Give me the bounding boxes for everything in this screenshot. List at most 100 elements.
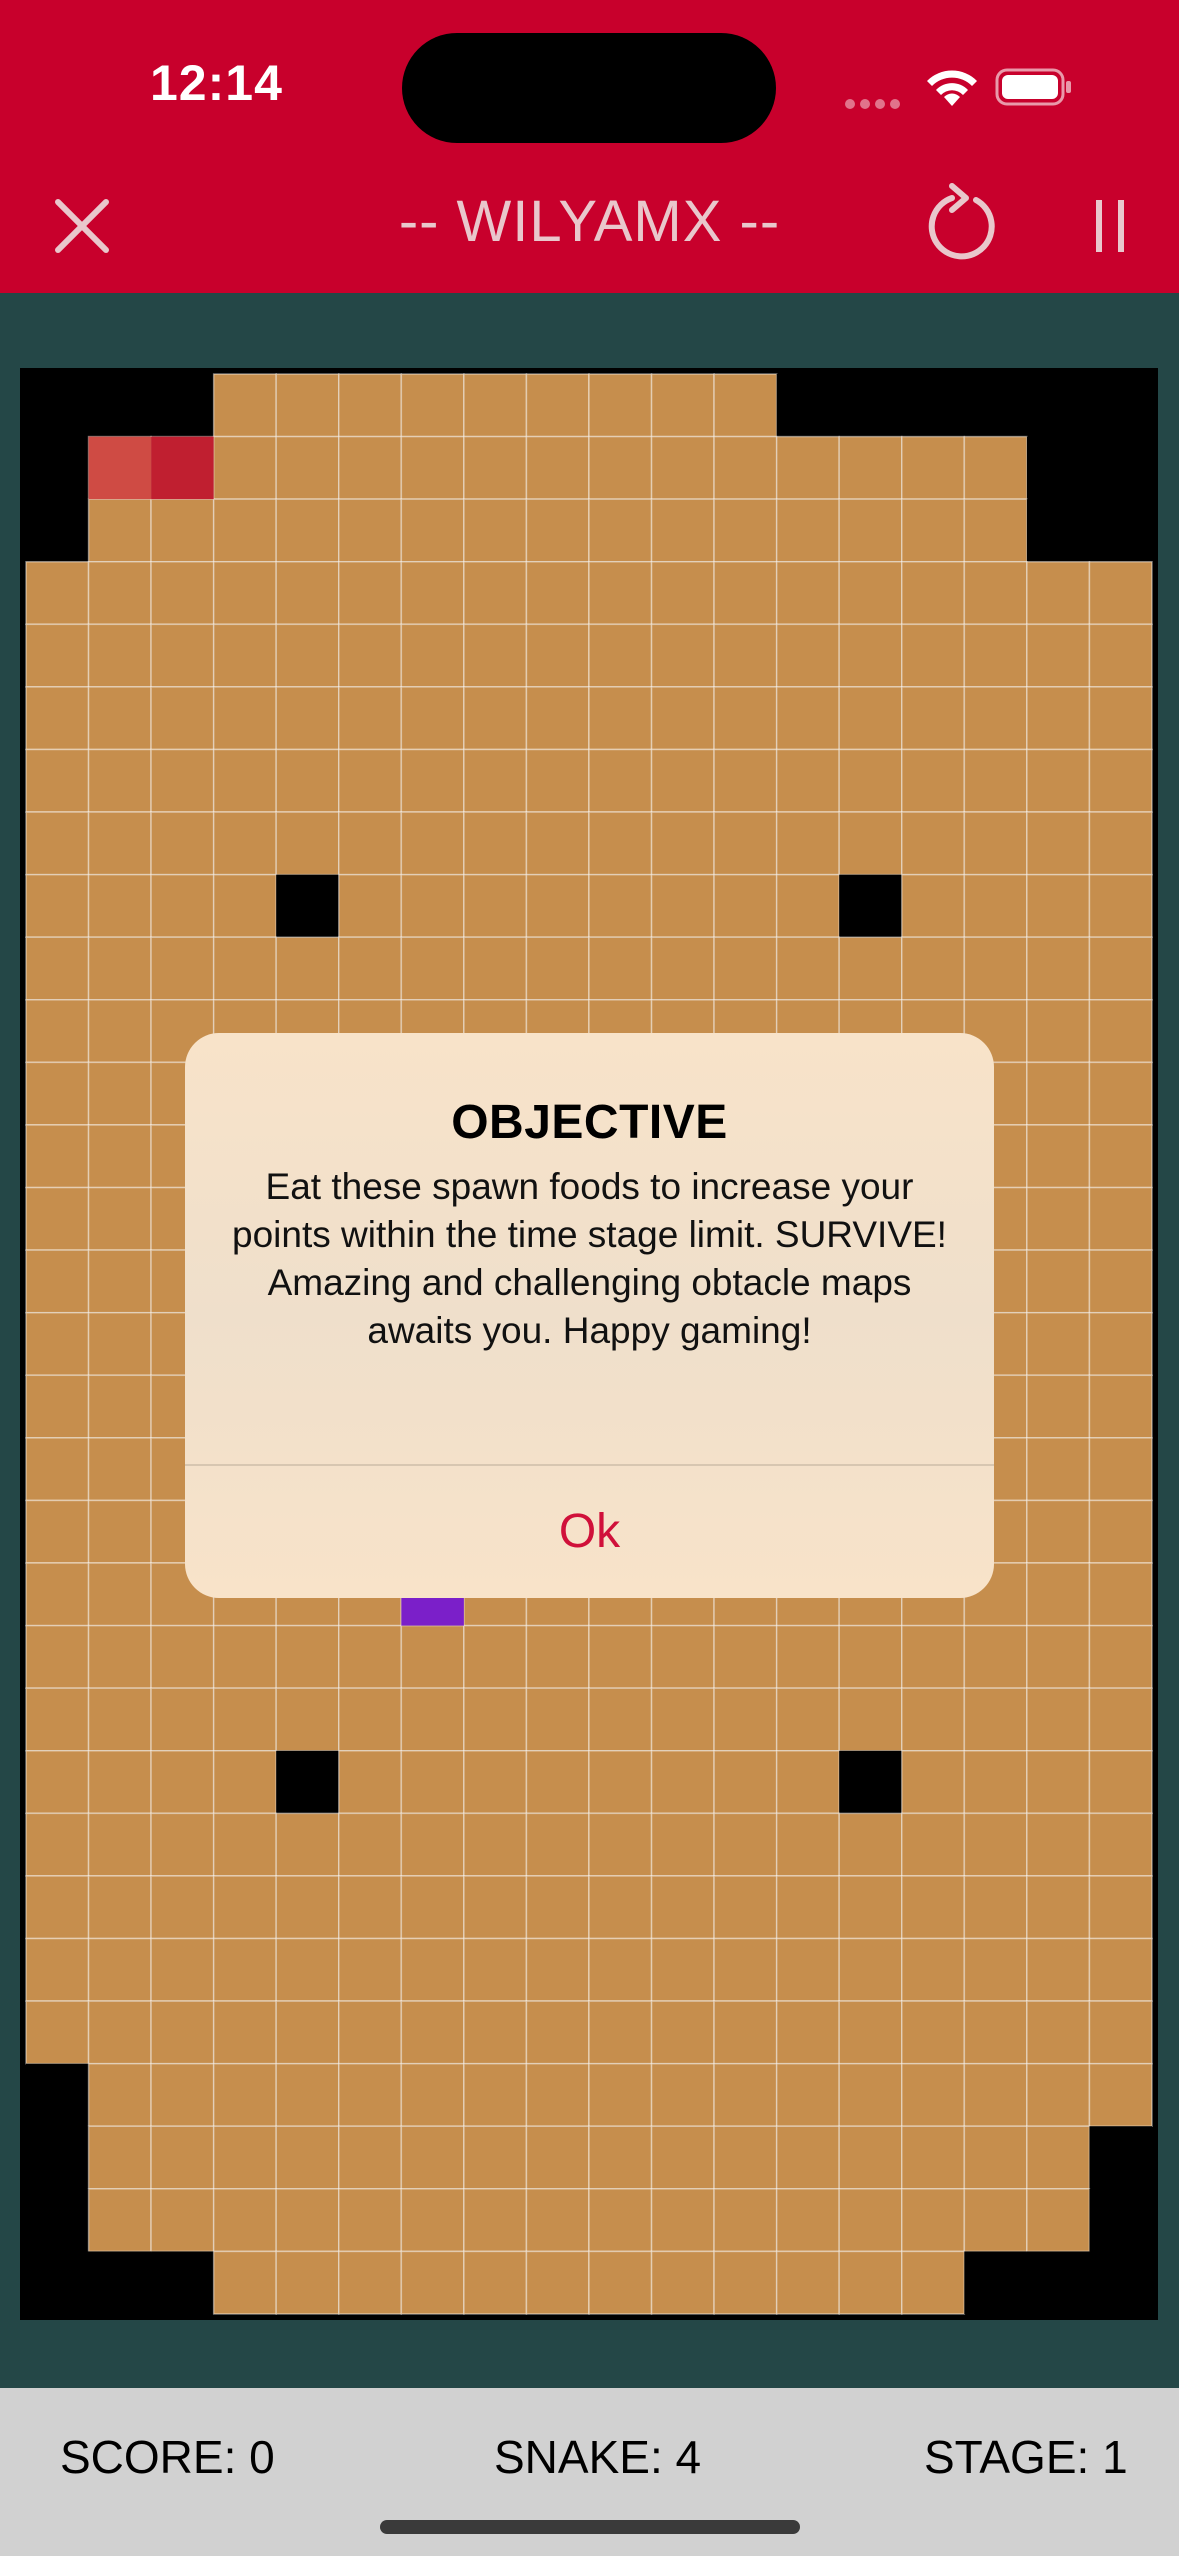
board-tile bbox=[650, 560, 715, 626]
board-tile bbox=[525, 2250, 590, 2315]
board-tile bbox=[713, 1624, 778, 1689]
board-tile bbox=[525, 1937, 590, 2002]
board-tile bbox=[588, 2000, 653, 2065]
board-tile bbox=[713, 2250, 778, 2315]
board-tile bbox=[212, 1875, 277, 1940]
board-tile bbox=[963, 1624, 1028, 1689]
board-tile bbox=[588, 1687, 653, 1752]
obstacle-tile bbox=[151, 374, 214, 437]
board-tile bbox=[212, 2188, 277, 2253]
board-tile bbox=[1026, 623, 1091, 688]
board-tile bbox=[713, 1687, 778, 1752]
board-tile bbox=[901, 2125, 966, 2190]
board-tile bbox=[400, 1937, 465, 2002]
board-tile bbox=[1088, 936, 1153, 1001]
board-tile bbox=[1026, 1812, 1091, 1877]
cellular-signal-icon bbox=[845, 96, 905, 114]
board-tile bbox=[1026, 2188, 1091, 2253]
game-title: -- WILYAMX -- bbox=[398, 189, 781, 254]
board-tile bbox=[1026, 560, 1091, 626]
board-tile bbox=[338, 435, 403, 500]
board-tile bbox=[775, 1812, 840, 1877]
board-tile bbox=[87, 623, 152, 688]
board-tile bbox=[1088, 1249, 1153, 1314]
board-tile bbox=[713, 873, 778, 938]
snake-length-label: SNAKE: 4 bbox=[494, 2431, 702, 2483]
board-tile bbox=[25, 1750, 90, 1815]
board-tile bbox=[525, 623, 590, 688]
board-tile bbox=[1026, 1061, 1091, 1126]
board-tile bbox=[838, 2125, 903, 2190]
obstacle-tile bbox=[1089, 2188, 1152, 2252]
board-tile bbox=[775, 435, 840, 500]
board-tile bbox=[713, 686, 778, 751]
board-tile bbox=[275, 623, 340, 688]
board-tile bbox=[525, 2000, 590, 2065]
close-icon[interactable] bbox=[38, 182, 126, 270]
board-tile bbox=[963, 2000, 1028, 2065]
board-tile bbox=[275, 748, 340, 813]
board-tile bbox=[150, 2062, 215, 2128]
board-tile bbox=[212, 373, 277, 438]
board-tile bbox=[463, 748, 528, 813]
board-tile bbox=[1026, 1750, 1091, 1815]
board-tile bbox=[525, 435, 590, 500]
board-tile bbox=[1026, 1624, 1091, 1689]
board-tile bbox=[212, 1812, 277, 1877]
board-tile bbox=[775, 2250, 840, 2315]
board-tile bbox=[838, 1875, 903, 1940]
board-tile bbox=[1026, 999, 1091, 1064]
obstacle-tile bbox=[964, 374, 1027, 437]
board-tile bbox=[525, 748, 590, 813]
board-tile bbox=[901, 686, 966, 751]
board-tile bbox=[150, 560, 215, 626]
obstacle-tile bbox=[88, 2251, 152, 2314]
board-tile bbox=[87, 1249, 152, 1314]
pause-icon[interactable] bbox=[1080, 186, 1140, 266]
board-tile bbox=[588, 748, 653, 813]
board-tile bbox=[400, 811, 465, 876]
board-tile bbox=[87, 1812, 152, 1877]
board-tile bbox=[525, 1687, 590, 1752]
board-tile bbox=[400, 2250, 465, 2315]
board-tile bbox=[87, 2000, 152, 2065]
board-tile bbox=[838, 435, 903, 500]
obstacle-tile bbox=[901, 374, 965, 437]
board-tile bbox=[963, 686, 1028, 751]
board-tile bbox=[87, 811, 152, 876]
obstacle-tile bbox=[88, 374, 152, 437]
board-tile bbox=[838, 936, 903, 1001]
board-tile bbox=[650, 2250, 715, 2315]
board-tile bbox=[212, 1624, 277, 1689]
board-tile bbox=[588, 1937, 653, 2002]
board-tile bbox=[1088, 686, 1153, 751]
board-tile bbox=[713, 811, 778, 876]
board-tile bbox=[963, 560, 1028, 626]
board-tile bbox=[775, 1750, 840, 1815]
board-tile bbox=[150, 623, 215, 688]
restart-icon[interactable] bbox=[912, 178, 1008, 274]
board-tile bbox=[588, 936, 653, 1001]
dialog-title: OBJECTIVE bbox=[451, 1096, 728, 1149]
board-tile bbox=[338, 623, 403, 688]
obstacle-tile bbox=[964, 2251, 1027, 2314]
obstacle-tile bbox=[26, 2063, 89, 2127]
board-tile bbox=[338, 560, 403, 626]
board-tile bbox=[338, 2250, 403, 2315]
board-tile bbox=[525, 560, 590, 626]
board-tile bbox=[525, 498, 590, 563]
board-tile bbox=[1026, 1562, 1091, 1627]
board-tile bbox=[1026, 2125, 1091, 2190]
board-tile bbox=[1026, 1687, 1091, 1752]
board-tile bbox=[775, 623, 840, 688]
board-tile bbox=[275, 811, 340, 876]
board-tile bbox=[87, 873, 152, 938]
board-tile bbox=[400, 1750, 465, 1815]
board-tile bbox=[713, 1750, 778, 1815]
board-tile bbox=[400, 498, 465, 563]
board-tile bbox=[338, 1624, 403, 1689]
ok-button[interactable]: Ok bbox=[185, 1466, 994, 1598]
board-tile bbox=[338, 686, 403, 751]
board-tile bbox=[1088, 999, 1153, 1064]
board-tile bbox=[838, 623, 903, 688]
